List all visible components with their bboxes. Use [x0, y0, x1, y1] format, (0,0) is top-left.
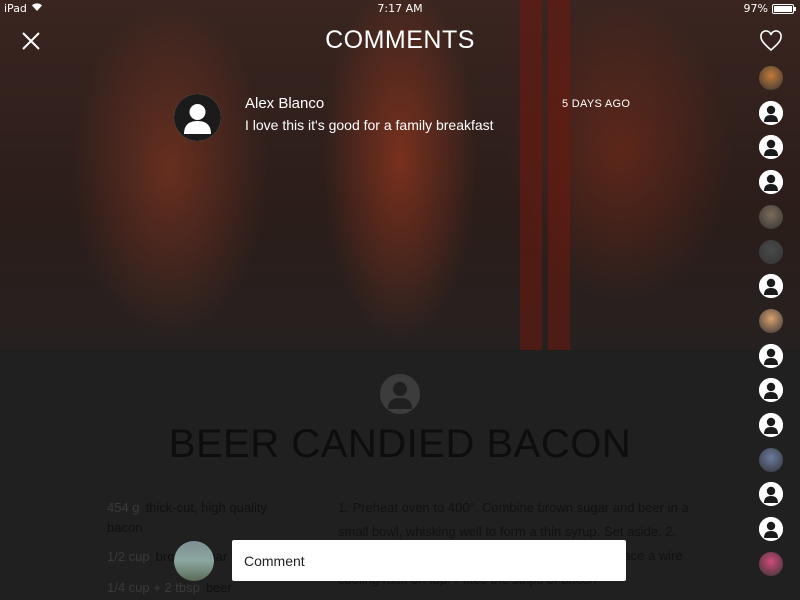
person-icon: [759, 343, 783, 368]
ingredient-qty: 454 g: [107, 500, 140, 515]
ingredient-item: 1/4 cup + 2 tbsp beer: [107, 580, 232, 595]
liker-avatar[interactable]: [759, 239, 783, 264]
ingredient-item: bacon: [107, 520, 142, 535]
liker-avatar[interactable]: [759, 308, 783, 333]
liker-avatar[interactable]: [759, 343, 783, 368]
person-icon: [174, 94, 221, 141]
liker-avatar[interactable]: [759, 204, 783, 229]
person-icon: [759, 517, 783, 542]
comment-text: I love this it's good for a family break…: [245, 117, 494, 133]
ingredient-text: beer: [205, 580, 232, 595]
like-button[interactable]: [759, 30, 783, 52]
liker-avatar[interactable]: [759, 517, 783, 542]
clock: 7:17 AM: [377, 2, 423, 15]
person-icon: [759, 274, 783, 299]
liker-avatar[interactable]: [759, 274, 783, 299]
author-avatar[interactable]: [380, 374, 420, 414]
ingredient-qty: 1/4 cup + 2 tbsp: [107, 580, 200, 595]
current-user-avatar: [174, 541, 214, 581]
battery-icon: [772, 3, 796, 14]
liker-avatar[interactable]: [759, 100, 783, 125]
ingredient-text: bacon: [107, 520, 143, 535]
person-icon: [759, 170, 783, 195]
battery-percent: 97%: [743, 2, 768, 15]
comment-input[interactable]: [232, 540, 626, 581]
recipe-title: BEER CANDIED BACON: [168, 422, 632, 466]
liker-avatar[interactable]: [759, 170, 783, 195]
ingredient-qty: 1/2 cup: [107, 549, 150, 564]
heart-icon: [760, 30, 782, 52]
status-bar: iPad 7:17 AM 97%: [0, 0, 800, 18]
ingredient-item: 454 g thick-cut, high quality: [107, 500, 267, 515]
liker-avatar[interactable]: [759, 66, 783, 90]
comment-timestamp: 5 DAYS AGO: [562, 98, 631, 110]
person-icon: [759, 100, 783, 125]
person-icon: [380, 374, 420, 414]
liker-avatar[interactable]: [759, 551, 783, 576]
page-title: COMMENTS: [325, 26, 475, 54]
ingredient-text: thick-cut, high quality: [145, 500, 267, 515]
commenter-avatar[interactable]: [174, 94, 221, 141]
commenter-name[interactable]: Alex Blanco: [245, 95, 324, 112]
